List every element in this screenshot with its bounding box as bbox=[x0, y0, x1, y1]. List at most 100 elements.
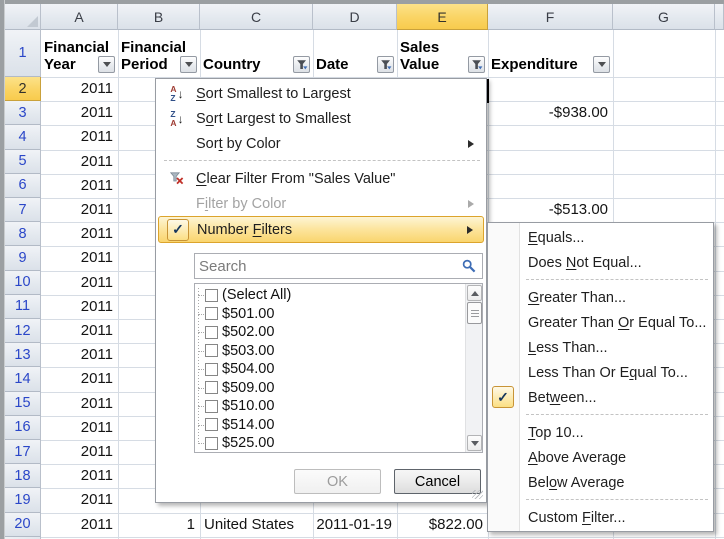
submenu-item-greater-than-or-equal-to[interactable]: Greater Than Or Equal To... bbox=[489, 310, 712, 335]
filter-value-item[interactable]: (Select All) bbox=[195, 286, 445, 305]
col-header-A[interactable]: A bbox=[41, 4, 118, 30]
list-scrollbar[interactable] bbox=[465, 284, 482, 452]
row-header-14[interactable]: 14 bbox=[5, 367, 41, 391]
submenu-item-does-not-equal[interactable]: Does Not Equal... bbox=[489, 250, 712, 275]
scrollbar-thumb[interactable] bbox=[467, 302, 482, 324]
cell-B20[interactable]: 1 bbox=[118, 513, 200, 537]
ok-button[interactable]: OK bbox=[294, 469, 381, 494]
row-header-19[interactable]: 19 bbox=[5, 488, 41, 512]
value-checkbox[interactable] bbox=[205, 326, 218, 339]
cell-D20[interactable]: 2011-01-19 bbox=[313, 513, 397, 537]
cell-A12[interactable]: 2011 bbox=[41, 319, 118, 343]
cell-E20[interactable]: $822.00 bbox=[397, 513, 488, 537]
row-header-9[interactable]: 9 bbox=[5, 246, 41, 270]
row-header-10[interactable]: 10 bbox=[5, 271, 41, 295]
cell-A6[interactable]: 2011 bbox=[41, 174, 118, 198]
row-header-3[interactable]: 3 bbox=[5, 101, 41, 125]
filter-funnel-button[interactable] bbox=[377, 56, 394, 73]
filter-value-item[interactable]: $510.00 bbox=[195, 397, 445, 416]
col-header-F[interactable]: F bbox=[488, 4, 613, 30]
value-checkbox[interactable] bbox=[205, 418, 218, 431]
value-checkbox[interactable] bbox=[205, 400, 218, 413]
row-header-15[interactable]: 15 bbox=[5, 392, 41, 416]
search-input[interactable] bbox=[195, 255, 462, 277]
col-header-E[interactable]: E bbox=[397, 4, 488, 30]
row-header-8[interactable]: 8 bbox=[5, 222, 41, 246]
submenu-item-less-than-or-equal-to[interactable]: Less Than Or Equal To... bbox=[489, 360, 712, 385]
filter-value-item[interactable]: $514.00 bbox=[195, 416, 445, 435]
cell-A10[interactable]: 2011 bbox=[41, 271, 118, 295]
scroll-down-button[interactable] bbox=[467, 435, 482, 451]
submenu-item-top-10[interactable]: Top 10... bbox=[489, 420, 712, 445]
row-header-17[interactable]: 17 bbox=[5, 440, 41, 464]
row-header-11[interactable]: 11 bbox=[5, 295, 41, 319]
cell-A18[interactable]: 2011 bbox=[41, 464, 118, 488]
col-header-D[interactable]: D bbox=[313, 4, 397, 30]
cell-A20[interactable]: 2011 bbox=[41, 513, 118, 537]
row-header-2[interactable]: 2 bbox=[5, 77, 41, 101]
cell-A15[interactable]: 2011 bbox=[41, 392, 118, 416]
select-all-corner[interactable] bbox=[5, 4, 41, 30]
resize-grip[interactable] bbox=[472, 490, 483, 499]
submenu-item-below-average[interactable]: Below Average bbox=[489, 470, 712, 495]
col-header-sliver[interactable] bbox=[715, 4, 724, 30]
filter-value-item[interactable]: $502.00 bbox=[195, 323, 445, 342]
row-header-1[interactable]: 1 bbox=[5, 30, 41, 77]
cell-A3[interactable]: 2011 bbox=[41, 101, 118, 125]
submenu-item-less-than[interactable]: Less Than... bbox=[489, 335, 712, 360]
col-header-G[interactable]: G bbox=[613, 4, 715, 30]
submenu-item-greater-than[interactable]: Greater Than... bbox=[489, 285, 712, 310]
cell-A13[interactable]: 2011 bbox=[41, 343, 118, 367]
value-checkbox[interactable] bbox=[205, 289, 218, 302]
col-header-B[interactable]: B bbox=[118, 4, 200, 30]
row-header-12[interactable]: 12 bbox=[5, 319, 41, 343]
col-header-C[interactable]: C bbox=[200, 4, 313, 30]
cell-A5[interactable]: 2011 bbox=[41, 150, 118, 174]
cell-A8[interactable]: 2011 bbox=[41, 222, 118, 246]
menu-item-number-filters[interactable]: ✓Number Filters bbox=[158, 216, 484, 243]
scroll-up-button[interactable] bbox=[467, 285, 482, 301]
menu-item-sort-smallest-to-largest[interactable]: AZ↓Sort Smallest to Largest bbox=[158, 81, 484, 106]
row-header-7[interactable]: 7 bbox=[5, 198, 41, 222]
value-checkbox[interactable] bbox=[205, 307, 218, 320]
value-checkbox[interactable] bbox=[205, 363, 218, 376]
filter-value-item[interactable]: $503.00 bbox=[195, 342, 445, 361]
cell-A19[interactable]: 2011 bbox=[41, 488, 118, 512]
cell-A9[interactable]: 2011 bbox=[41, 246, 118, 270]
row-header-18[interactable]: 18 bbox=[5, 464, 41, 488]
cell-A11[interactable]: 2011 bbox=[41, 295, 118, 319]
menu-item-sort-largest-to-smallest[interactable]: ZA↓Sort Largest to Smallest bbox=[158, 106, 484, 131]
filter-dropdown-button[interactable] bbox=[98, 56, 115, 73]
submenu-item-custom-filter[interactable]: Custom Filter... bbox=[489, 505, 712, 530]
filter-value-item[interactable]: $509.00 bbox=[195, 379, 445, 398]
value-checkbox[interactable] bbox=[205, 344, 218, 357]
value-checkbox[interactable] bbox=[205, 437, 218, 450]
filter-value-item[interactable]: $525.00 bbox=[195, 434, 445, 453]
cell-A7[interactable]: 2011 bbox=[41, 198, 118, 222]
cell-A14[interactable]: 2011 bbox=[41, 367, 118, 391]
submenu-item-above-average[interactable]: Above Average bbox=[489, 445, 712, 470]
cell-A4[interactable]: 2011 bbox=[41, 125, 118, 149]
cell-A17[interactable]: 2011 bbox=[41, 440, 118, 464]
row-header-13[interactable]: 13 bbox=[5, 343, 41, 367]
cell-F3[interactable]: -$938.00 bbox=[488, 101, 613, 125]
cancel-button[interactable]: Cancel bbox=[394, 469, 481, 494]
search-icon[interactable] bbox=[462, 259, 476, 273]
filter-funnel-button[interactable] bbox=[293, 56, 310, 73]
row-header-5[interactable]: 5 bbox=[5, 150, 41, 174]
submenu-item-equals[interactable]: Equals... bbox=[489, 225, 712, 250]
row-header-4[interactable]: 4 bbox=[5, 125, 41, 149]
cell-A2[interactable]: 2011 bbox=[41, 77, 118, 101]
filter-value-item[interactable]: $501.00 bbox=[195, 305, 445, 324]
menu-item-clear-filter[interactable]: Clear Filter From "Sales Value" bbox=[158, 166, 484, 191]
row-header-20[interactable]: 20 bbox=[5, 513, 41, 537]
cell-F7[interactable]: -$513.00 bbox=[488, 198, 613, 222]
row-header-6[interactable]: 6 bbox=[5, 174, 41, 198]
row-header-16[interactable]: 16 bbox=[5, 416, 41, 440]
filter-value-item[interactable]: $504.00 bbox=[195, 360, 445, 379]
cell-A16[interactable]: 2011 bbox=[41, 416, 118, 440]
filter-dropdown-button[interactable] bbox=[180, 56, 197, 73]
cell-C20[interactable]: United States bbox=[200, 513, 313, 537]
filter-dropdown-button[interactable] bbox=[593, 56, 610, 73]
menu-item-sort-by-color[interactable]: Sort by Color bbox=[158, 131, 484, 156]
